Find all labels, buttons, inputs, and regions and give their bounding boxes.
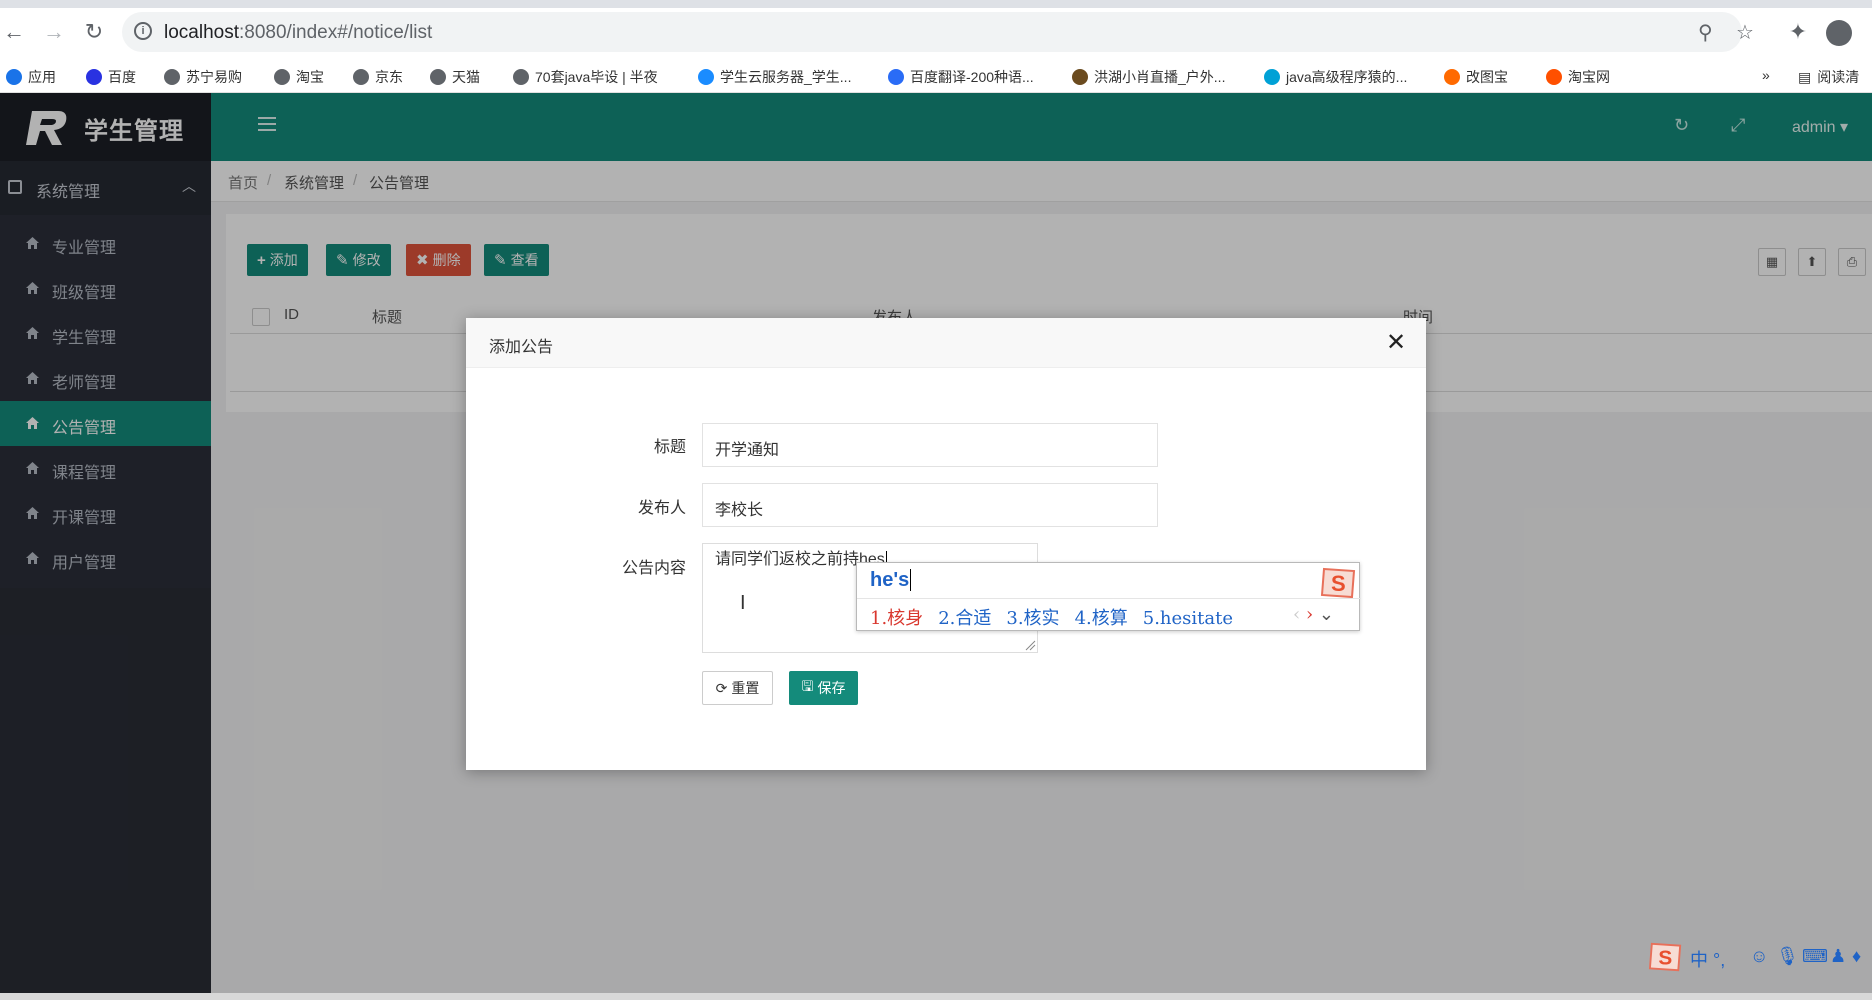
bookmarks-overflow-button[interactable]: » [1762,67,1770,83]
bookmark-label: 天猫 [452,69,480,85]
close-icon[interactable]: ✕ [1386,328,1406,357]
apps-grid-icon [6,69,22,85]
globe-icon [274,69,290,85]
photo-icon [1444,69,1460,85]
save-icon: 🖫 [801,678,814,694]
translate-icon [888,69,904,85]
zoom-icon[interactable]: ⚲ [1698,20,1713,45]
bookmark-label: 苏宁易购 [186,69,242,85]
reset-button[interactable]: ⟳ 重置 [702,671,773,705]
ibeam-cursor-icon: I [740,592,746,614]
bookmark-label: 学生云服务器_学生... [720,69,852,85]
bookmark-item[interactable]: 百度翻译-200种语... [888,67,1034,87]
title-input[interactable]: 开学通知 [702,423,1158,467]
ime-composition: he's [870,569,912,591]
browser-toolbar: ← → ↻ i localhost:8080/index#/notice/lis… [0,8,1872,60]
bookmark-item[interactable]: 70套java毕设 | 半夜 [513,67,658,87]
star-icon[interactable]: ☆ [1736,20,1754,45]
extensions-icon[interactable]: ✦ [1784,18,1812,46]
resize-grip-icon[interactable] [1024,639,1036,651]
bookmark-item[interactable]: java高级程序猿的... [1264,67,1407,87]
keyboard-icon[interactable]: ⌨ [1802,946,1828,967]
cloud-icon [698,69,714,85]
dialog-header: 添加公告 ✕ [466,318,1426,368]
bookmark-item[interactable]: 天猫 [430,67,480,87]
dialog-title: 添加公告 [489,339,554,356]
reading-list-label: 阅读清 [1817,69,1860,85]
bookmark-label: 百度 [108,69,136,85]
globe-icon [353,69,369,85]
reading-list[interactable]: ▤ 阅读清 [1798,67,1859,87]
bookmark-item[interactable]: 应用 [6,67,56,87]
prev-page-icon[interactable]: ‹ [1293,604,1300,625]
ime-candidate-window: he's S 1.核身 2.合适 3.核实 4.核算 5.hesitate ‹ › ⌄ [856,562,1361,631]
ime-toolbar: S 中 °, ☺ 🎙 ⌨ ♟ ♦ [1648,940,1872,976]
taobao-icon [1546,69,1562,85]
tab-strip [0,0,1872,8]
ime-candidates: 1.核身 2.合适 3.核实 4.核算 5.hesitate [870,604,1248,630]
ime-candidate[interactable]: 3.核实 [1006,608,1059,629]
bookmark-label: 京东 [375,69,403,85]
content-label: 公告内容 [621,560,686,577]
publisher-label: 发布人 [637,500,686,517]
globe-icon [164,69,180,85]
bookmark-item[interactable]: 京东 [353,67,403,87]
ime-mode[interactable]: 中 °, [1690,946,1725,972]
bookmark-label: 70套java毕设 | 半夜 [535,69,658,85]
sogou-logo-icon[interactable]: S [1648,940,1684,974]
reload-icon[interactable]: ↻ [80,18,108,46]
bookmarks-bar: 应用 百度 苏宁易购 淘宝 京东 天猫 70套java毕设 | 半夜 学生云服务器_学生...… [0,60,1872,93]
svg-text:S: S [1658,947,1672,970]
ime-nav: ‹ › ⌄ [1293,604,1334,625]
bookmark-label: 百度翻译-200种语... [910,69,1034,85]
globe-icon [513,69,529,85]
ime-candidate[interactable]: 1.核身 [870,608,923,629]
user-icon[interactable]: ♟ [1830,946,1846,967]
chevron-down-icon[interactable]: ⌄ [1319,604,1334,625]
refresh-icon: ⟳ [715,679,728,696]
bookmark-label: 洪湖小肖直播_户外... [1094,69,1226,85]
ime-candidate[interactable]: 2.合适 [938,608,991,629]
bookmark-label: java高级程序猿的... [1286,69,1408,85]
bookmark-item[interactable]: 苏宁易购 [164,67,242,87]
bookmark-item[interactable]: 学生云服务器_学生... [698,67,851,87]
title-label: 标题 [653,439,686,456]
bookmark-label: 改图宝 [1466,69,1508,85]
emoji-icon[interactable]: ☺ [1750,946,1768,967]
microphone-icon[interactable]: 🎙 [1776,946,1799,967]
url-text[interactable]: localhost:8080/index#/notice/list [164,22,432,44]
ime-candidate[interactable]: 4.核算 [1075,608,1128,629]
address-bar[interactable]: i localhost:8080/index#/notice/list ⚲ ☆ [122,12,1754,52]
sogou-logo-icon: S [1320,567,1356,599]
back-icon[interactable]: ← [0,18,28,46]
ime-divider [857,598,1361,599]
bottom-scroll-strip [0,993,1872,1000]
bookmark-label: 淘宝 [296,69,324,85]
bilibili-icon [1264,69,1280,85]
bookmark-item[interactable]: 洪湖小肖直播_户外... [1072,67,1225,87]
publisher-input[interactable]: 李校长 [702,483,1158,527]
bookmark-item[interactable]: 淘宝网 [1546,67,1610,87]
save-button[interactable]: 🖫 保存 [789,671,858,705]
bookmark-item[interactable]: 百度 [86,67,136,87]
info-icon[interactable]: i [134,22,152,40]
skin-icon[interactable]: ♦ [1852,946,1861,967]
bookmark-item[interactable]: 改图宝 [1444,67,1508,87]
bookmark-label: 应用 [28,69,56,85]
globe-icon [430,69,446,85]
baidu-paw-icon [86,69,102,85]
svg-text:S: S [1331,571,1346,596]
forward-icon[interactable]: → [40,18,68,46]
add-notice-dialog: 添加公告 ✕ 标题 开学通知 发布人 李校长 公告内容 请同学们返校之前持hes… [466,318,1426,770]
ime-candidate[interactable]: 5.hesitate [1143,608,1233,629]
reading-list-icon: ▤ [1798,68,1812,85]
profile-avatar-icon[interactable] [1826,20,1852,46]
bookmark-item[interactable]: 淘宝 [274,67,324,87]
next-page-icon[interactable]: › [1306,604,1313,625]
bird-icon [1072,69,1088,85]
bookmark-label: 淘宝网 [1568,69,1610,85]
